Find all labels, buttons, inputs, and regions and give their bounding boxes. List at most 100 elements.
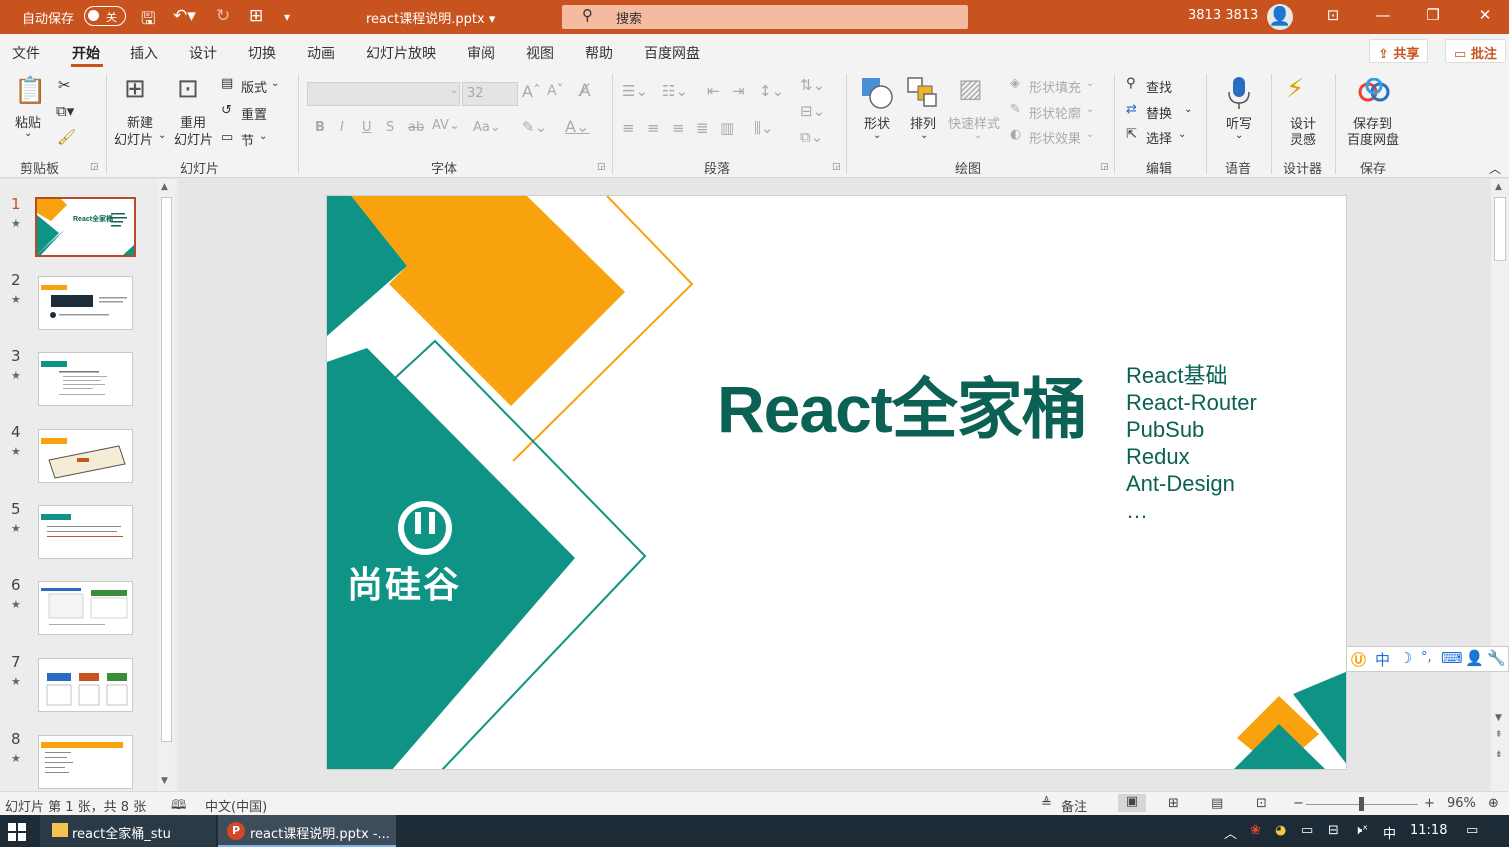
notes-button[interactable]: 备注 xyxy=(1061,796,1087,815)
search-box[interactable]: ⚲ 搜索 xyxy=(562,5,968,29)
select-dropdown-icon[interactable]: ⌄ xyxy=(1178,129,1186,140)
tab-design[interactable]: 设计 xyxy=(189,43,217,63)
align-left-icon[interactable]: ≡ xyxy=(622,119,635,137)
notification-center-icon[interactable]: ▭ xyxy=(1466,823,1478,838)
share-button[interactable]: ⇪ 共享 xyxy=(1369,39,1429,63)
shape-fill-label[interactable]: 形状填充 xyxy=(1029,77,1081,96)
shape-outline-label[interactable]: 形状轮廓 xyxy=(1029,103,1081,122)
tray-weather-icon[interactable]: ◕ xyxy=(1275,823,1286,838)
character-spacing-icon[interactable]: AV⌄ xyxy=(432,118,460,133)
slide-thumbnail-5[interactable] xyxy=(38,505,133,559)
tab-animations[interactable]: 动画 xyxy=(307,43,335,63)
format-painter-icon[interactable]: 🖌 xyxy=(57,128,76,146)
underline-icon[interactable]: U xyxy=(362,120,372,135)
shape-outline-dropdown-icon[interactable]: ⌄ xyxy=(1086,104,1094,115)
ime-halfwidth-icon[interactable]: ☽ xyxy=(1399,649,1412,667)
section-icon[interactable]: ▭ xyxy=(221,130,233,145)
tab-home[interactable]: 开始 xyxy=(72,43,100,63)
arrange-icon[interactable] xyxy=(906,76,940,110)
reuse-slides-icon[interactable]: ⊡ xyxy=(177,74,199,104)
restore-icon[interactable]: ❐ xyxy=(1418,6,1448,24)
ime-settings-icon[interactable]: 🔧 xyxy=(1487,649,1506,667)
volume-muted-icon[interactable]: 🕨ˣ xyxy=(1354,823,1368,838)
tab-transitions[interactable]: 切换 xyxy=(248,43,276,63)
decrease-indent-icon[interactable]: ⇤ xyxy=(707,82,720,100)
layout-dropdown-icon[interactable]: ⌄ xyxy=(271,78,279,89)
smartart-icon[interactable]: ⧉⌄ xyxy=(800,128,823,146)
tab-file[interactable]: 文件 xyxy=(12,43,40,63)
slide-thumbnail-8[interactable] xyxy=(38,735,133,789)
tab-baidu-netdisk[interactable]: 百度网盘 xyxy=(644,43,700,63)
distributed-icon[interactable]: ▥ xyxy=(720,119,734,137)
scroll-up-icon[interactable]: ▲ xyxy=(1495,182,1502,192)
shape-effects-icon[interactable]: ◐ xyxy=(1010,127,1021,142)
align-center-icon[interactable]: ≡ xyxy=(647,119,660,137)
font-size-dropdown[interactable]: 32 xyxy=(462,82,518,106)
slide-thumbnail-7[interactable] xyxy=(38,658,133,712)
zoom-slider-thumb[interactable] xyxy=(1359,797,1364,811)
document-title[interactable]: react课程说明.pptx ▾ xyxy=(366,8,495,27)
tray-battery-icon[interactable]: ▭ xyxy=(1301,823,1313,838)
zoom-in-icon[interactable]: + xyxy=(1424,796,1435,811)
quick-styles-dropdown-icon[interactable]: ⌄ xyxy=(974,130,982,141)
scroll-up-icon[interactable]: ▲ xyxy=(161,182,168,192)
microphone-icon[interactable] xyxy=(1226,76,1252,110)
ime-logo-icon[interactable]: Ⓤ xyxy=(1351,649,1366,670)
justify-icon[interactable]: ≣ xyxy=(696,119,709,137)
save-icon[interactable]: 🖫 xyxy=(141,6,155,35)
tab-help[interactable]: 帮助 xyxy=(585,43,613,63)
new-slide-label-2[interactable]: 幻灯片 xyxy=(114,129,153,148)
arrange-dropdown-icon[interactable]: ⌄ xyxy=(920,130,928,141)
close-icon[interactable]: ✕ xyxy=(1470,6,1500,24)
layout-icon[interactable]: ▤ xyxy=(221,76,233,91)
find-icon[interactable]: ⚲ xyxy=(1126,76,1136,91)
zoom-out-icon[interactable]: − xyxy=(1293,796,1304,811)
topic-list[interactable]: React基础 React-Router PubSub Redux Ant-De… xyxy=(1126,362,1257,524)
shape-effects-dropdown-icon[interactable]: ⌄ xyxy=(1086,129,1094,140)
ime-mode[interactable]: 中 xyxy=(1375,649,1390,670)
shadow-icon[interactable]: S xyxy=(386,120,394,135)
shapes-icon[interactable] xyxy=(860,76,894,110)
slide-thumbnail-2[interactable] xyxy=(38,276,133,330)
slideshow-view-icon[interactable]: ⊡ xyxy=(1256,796,1267,811)
redo-icon[interactable]: ↻ xyxy=(216,6,230,26)
user-avatar-icon[interactable]: 👤 xyxy=(1267,4,1293,30)
bullets-icon[interactable]: ☰⌄ xyxy=(622,82,648,100)
collapse-ribbon-icon[interactable]: ︿ xyxy=(1489,160,1501,177)
slide-thumbnail-1[interactable]: React全家桶 xyxy=(35,197,136,257)
reading-view-icon[interactable]: ▤ xyxy=(1211,796,1223,811)
slide-title[interactable]: React全家桶 xyxy=(717,356,1088,452)
italic-icon[interactable]: I xyxy=(340,120,344,135)
font-name-dropdown-icon[interactable]: ⌄ xyxy=(450,85,458,96)
comments-button[interactable]: ▭ 批注 xyxy=(1445,39,1506,63)
designer-label-2[interactable]: 灵感 xyxy=(1290,129,1316,148)
decrease-font-icon[interactable]: Aˇ xyxy=(547,83,564,99)
previous-slide-icon[interactable]: ⇞ xyxy=(1495,730,1503,740)
text-direction-icon[interactable]: ⇅⌄ xyxy=(800,76,825,94)
shape-outline-icon[interactable]: ✎ xyxy=(1010,102,1021,117)
customize-quick-access-icon[interactable]: ▾ xyxy=(284,10,290,24)
ribbon-display-icon[interactable]: ⊡ xyxy=(1318,6,1348,24)
shape-effects-label[interactable]: 形状效果 xyxy=(1029,128,1081,147)
ime-keyboard-icon[interactable]: ⌨ xyxy=(1441,649,1463,667)
strikethrough-icon[interactable]: ab xyxy=(408,120,424,135)
undo-icon[interactable]: ↶▾ xyxy=(173,6,196,26)
scroll-thumb[interactable] xyxy=(1494,197,1506,261)
section-label[interactable]: 节 xyxy=(241,130,254,149)
fit-to-window-icon[interactable]: ⊕ xyxy=(1488,796,1499,811)
shape-fill-icon[interactable]: ◈ xyxy=(1010,76,1020,91)
tab-view[interactable]: 视图 xyxy=(526,43,554,63)
copy-icon[interactable]: ⧉▾ xyxy=(56,102,74,120)
paste-icon[interactable]: 📋 xyxy=(14,76,46,106)
font-name-dropdown[interactable] xyxy=(307,82,460,106)
select-label[interactable]: 选择 xyxy=(1146,128,1172,147)
slide-thumbnail-6[interactable] xyxy=(38,581,133,635)
presentation-icon[interactable]: ⊞ xyxy=(249,6,263,26)
columns-icon[interactable]: ⫼⌄ xyxy=(754,119,773,137)
paragraph-launcher-icon[interactable]: ◲ xyxy=(832,162,841,172)
dictate-dropdown-icon[interactable]: ⌄ xyxy=(1235,130,1243,141)
align-text-icon[interactable]: ⊟⌄ xyxy=(800,102,825,120)
quick-styles-icon[interactable]: ▨ xyxy=(958,74,983,104)
taskbar-ime-indicator[interactable]: 中 xyxy=(1383,823,1396,842)
save-baidu-label-2[interactable]: 百度网盘 xyxy=(1347,129,1399,148)
